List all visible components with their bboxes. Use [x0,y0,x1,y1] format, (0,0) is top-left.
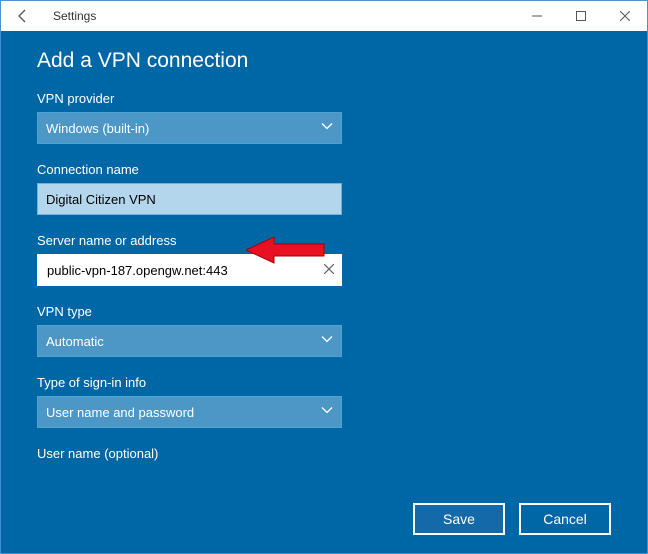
dialog-buttons: Save Cancel [413,503,611,535]
window-title: Settings [45,9,515,23]
dialog-heading: Add a VPN connection [37,49,611,73]
save-button[interactable]: Save [413,503,505,535]
close-button[interactable] [603,1,647,31]
vpn-provider-value: Windows (built-in) [46,121,149,136]
server-address-label: Server name or address [37,233,611,248]
vpn-provider-label: VPN provider [37,91,611,106]
save-button-label: Save [443,511,475,527]
signin-type-label: Type of sign-in info [37,375,611,390]
settings-window: Settings Add a VPN connection VPN provid… [0,0,648,554]
connection-name-field[interactable] [46,192,333,207]
connection-name-label: Connection name [37,162,611,177]
vpn-type-value: Automatic [46,334,104,349]
maximize-button[interactable] [559,1,603,31]
vpn-provider-select[interactable]: Windows (built-in) [37,112,342,144]
signin-type-value: User name and password [46,405,194,420]
cancel-button[interactable]: Cancel [519,503,611,535]
chevron-down-icon [321,407,333,418]
chevron-down-icon [321,123,333,134]
signin-type-select[interactable]: User name and password [37,396,342,428]
vpn-type-label: VPN type [37,304,611,319]
cancel-button-label: Cancel [543,511,587,527]
back-button[interactable] [1,8,45,24]
form-area: VPN provider Windows (built-in) Connecti… [37,91,611,553]
vpn-type-select[interactable]: Automatic [37,325,342,357]
server-address-field[interactable] [47,263,332,278]
minimize-button[interactable] [515,1,559,31]
connection-name-input[interactable] [37,183,342,215]
username-label: User name (optional) [37,446,611,461]
server-address-input[interactable] [37,254,342,286]
titlebar: Settings [1,1,647,31]
chevron-down-icon [321,336,333,347]
clear-icon[interactable] [324,263,334,277]
vpn-dialog: Add a VPN connection VPN provider Window… [1,31,647,553]
